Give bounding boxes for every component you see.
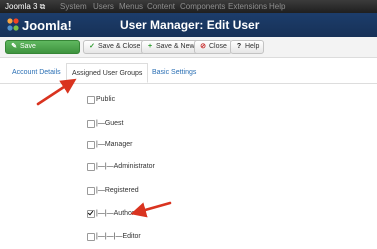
save-new-button[interactable]: + Save & New [141, 40, 200, 54]
plus-icon: + [147, 43, 153, 50]
group-label: |—Guest [96, 120, 124, 127]
arrow-to-tab [36, 78, 77, 106]
menu-components[interactable]: Components [180, 1, 225, 12]
menu-system[interactable]: System [60, 1, 87, 12]
help-button[interactable]: ? Help [230, 40, 265, 54]
page-title: User Manager: Edit User [120, 18, 260, 32]
save-new-label: Save & New [156, 43, 195, 50]
question-icon: ? [236, 43, 242, 50]
group-checkbox[interactable] [87, 120, 95, 128]
tab-account-details[interactable]: Account Details [12, 67, 61, 79]
menu-users[interactable]: Users [93, 1, 114, 12]
group-checkbox[interactable] [87, 187, 95, 195]
menu-menus[interactable]: Menus [119, 1, 143, 12]
group-label: |—Manager [96, 141, 133, 148]
save-label: Save [20, 43, 36, 50]
group-checkbox[interactable] [87, 141, 95, 149]
group-checkbox[interactable] [87, 163, 95, 171]
group-checkbox[interactable] [87, 233, 95, 241]
save-icon: ✎ [11, 43, 17, 50]
tab-bar: Account Details Assigned User Groups Bas… [0, 63, 377, 84]
joomla-logo: Joomla! [6, 17, 72, 33]
top-navbar: Joomla 3 ⧉ System Users Menus Content Co… [0, 0, 377, 13]
toolbar: ✎ Save ✓ Save & Close + Save & New ⊘ Close ?… [0, 37, 377, 58]
logo-text: Joomla! [22, 18, 72, 33]
page-header: Joomla! User Manager: Edit User [0, 13, 377, 37]
save-button[interactable]: ✎ Save [5, 40, 80, 54]
save-close-button[interactable]: ✓ Save & Close [83, 40, 146, 54]
close-icon: ⊘ [200, 43, 206, 50]
group-checkbox[interactable] [87, 210, 95, 218]
group-label: Public [96, 96, 116, 103]
group-label: |—Registered [96, 187, 139, 194]
close-button[interactable]: ⊘ Close [194, 40, 232, 54]
group-label: |—|—Administrator [96, 163, 155, 170]
joomla-logo-icon [7, 18, 19, 31]
tab-assigned-user-groups[interactable]: Assigned User Groups [66, 63, 149, 83]
menu-extensions[interactable]: Extensions [228, 1, 267, 12]
group-checkbox[interactable] [87, 96, 95, 104]
brand-link[interactable]: Joomla 3 ⧉ [5, 1, 45, 12]
help-label: Help [245, 43, 260, 50]
close-label: Close [209, 43, 227, 50]
checkmark-icon: ✓ [89, 43, 95, 50]
menu-content[interactable]: Content [147, 1, 175, 12]
save-close-label: Save & Close [98, 43, 141, 50]
group-label: |—|—|—Editor [96, 233, 141, 240]
arrow-to-author [130, 201, 172, 218]
tab-basic-settings[interactable]: Basic Settings [152, 67, 196, 79]
menu-help[interactable]: Help [269, 1, 285, 12]
group-label: |—|—Author [96, 210, 135, 217]
